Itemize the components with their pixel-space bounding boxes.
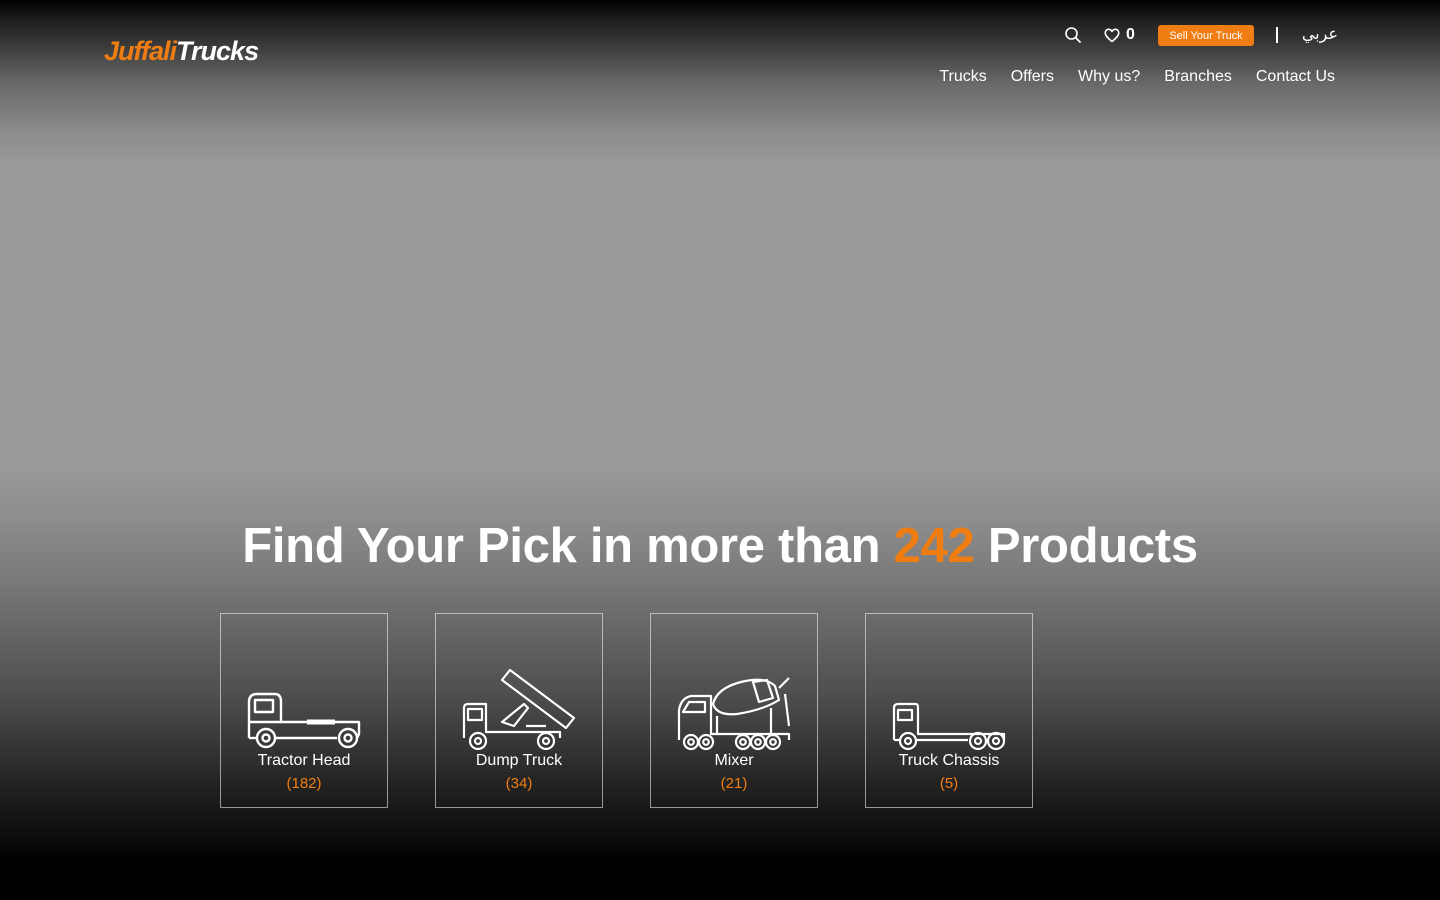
search-icon[interactable] xyxy=(1064,26,1082,44)
category-name: Mixer xyxy=(714,752,754,769)
category-count: (182) xyxy=(286,775,322,792)
sell-your-truck-button[interactable]: Sell Your Truck xyxy=(1158,25,1254,46)
category-card-truck-chassis[interactable]: Truck Chassis (5) xyxy=(865,613,1033,808)
header-divider xyxy=(1276,27,1278,43)
logo-text-juffali: Juffali xyxy=(104,36,177,66)
main-nav: Trucks Offers Why us? Branches Contact U… xyxy=(939,68,1335,86)
nav-contact-us[interactable]: Contact Us xyxy=(1256,68,1335,86)
truck-chassis-icon xyxy=(892,702,1006,751)
nav-branches[interactable]: Branches xyxy=(1164,68,1232,86)
dump-truck-icon xyxy=(462,668,576,751)
headline-text-before: Find Your Pick in more than xyxy=(242,519,881,573)
category-card-mixer[interactable]: Mixer (21) xyxy=(650,613,818,808)
category-name: Dump Truck xyxy=(475,752,563,769)
category-count: (21) xyxy=(720,775,748,792)
wishlist-button[interactable]: 0 xyxy=(1104,25,1135,45)
category-name: Truck Chassis xyxy=(898,752,1000,769)
category-card-tractor-head[interactable]: Tractor Head (182) xyxy=(220,613,388,808)
headline-text-after: Products xyxy=(987,519,1198,573)
hero-headline: Find Your Pick in more than 242 Products xyxy=(0,518,1440,574)
category-count: (5) xyxy=(939,775,959,792)
category-count: (34) xyxy=(505,775,533,792)
logo-text-trucks: Trucks xyxy=(176,36,259,66)
language-switch[interactable]: عربي xyxy=(1298,24,1338,43)
mixer-truck-icon xyxy=(677,677,791,751)
wishlist-count: 0 xyxy=(1126,26,1135,43)
heart-icon xyxy=(1104,28,1120,42)
nav-offers[interactable]: Offers xyxy=(1011,68,1054,86)
nav-why-us[interactable]: Why us? xyxy=(1078,68,1140,86)
nav-trucks[interactable]: Trucks xyxy=(939,68,986,86)
logo[interactable]: JuffaliTrucks xyxy=(104,36,259,67)
product-total-count: 242 xyxy=(893,519,975,573)
page-bottom-strip xyxy=(0,860,1440,900)
category-cards: Tractor Head (182) Dump Truck (34) Mixer… xyxy=(220,613,1033,808)
header-utilities: 0 Sell Your Truck عربي xyxy=(1060,22,1340,48)
category-name: Tractor Head xyxy=(257,752,351,769)
tractor-head-icon xyxy=(247,692,361,749)
category-card-dump-truck[interactable]: Dump Truck (34) xyxy=(435,613,603,808)
